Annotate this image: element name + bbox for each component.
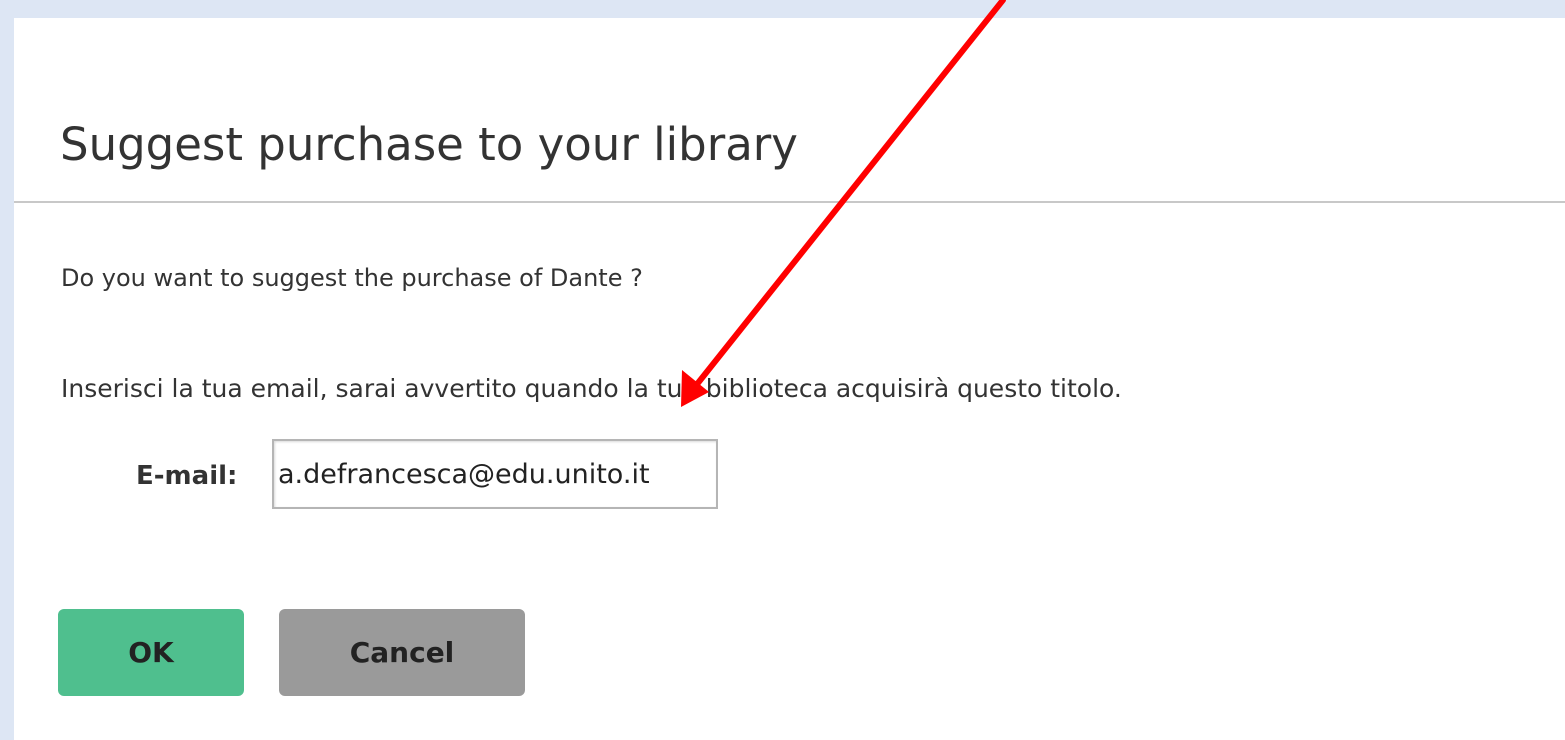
email-info-text: Inserisci la tua email, sarai avvertito … (61, 374, 1122, 403)
cancel-button[interactable]: Cancel (279, 609, 525, 696)
ok-button[interactable]: OK (58, 609, 244, 696)
purchase-question: Do you want to suggest the purchase of D… (61, 264, 643, 292)
dialog: Suggest purchase to your library Do you … (14, 18, 1565, 740)
email-field[interactable] (272, 439, 718, 509)
title-divider (14, 201, 1565, 203)
dialog-title: Suggest purchase to your library (60, 118, 798, 171)
email-label: E-mail: (136, 461, 238, 491)
